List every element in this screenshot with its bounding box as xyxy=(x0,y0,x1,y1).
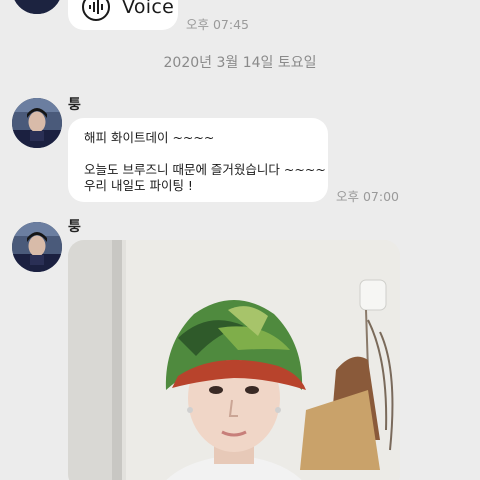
sender-avatar[interactable] xyxy=(12,98,62,148)
message-line: 해피 화이트데이 ~~~~ xyxy=(84,130,215,145)
message-line: 오늘도 브루즈니 때문에 즐거웠습니다 ~~~~ xyxy=(84,162,326,177)
message-line xyxy=(84,146,312,162)
date-divider: 2020년 3월 14일 토요일 xyxy=(163,55,317,71)
voice-label: Voice xyxy=(122,0,175,18)
sender-name: 퉁 xyxy=(68,219,81,235)
sender-avatar[interactable] xyxy=(12,0,62,14)
audio-waveform-icon xyxy=(82,0,110,21)
sender-avatar[interactable] xyxy=(12,222,62,272)
voice-message-bubble[interactable]: Voice xyxy=(68,0,178,30)
message-line: 우리 내일도 파이팅 ! xyxy=(84,178,193,193)
sender-name: 퉁 xyxy=(68,97,81,113)
photo-message[interactable] xyxy=(68,240,400,480)
message-timestamp: 오후 07:45 xyxy=(186,17,249,32)
message-timestamp: 오후 07:00 xyxy=(336,189,399,204)
text-message-bubble[interactable]: 해피 화이트데이 ~~~~ 오늘도 브루즈니 때문에 즐거웠습니다 ~~~~ 우… xyxy=(68,118,328,202)
